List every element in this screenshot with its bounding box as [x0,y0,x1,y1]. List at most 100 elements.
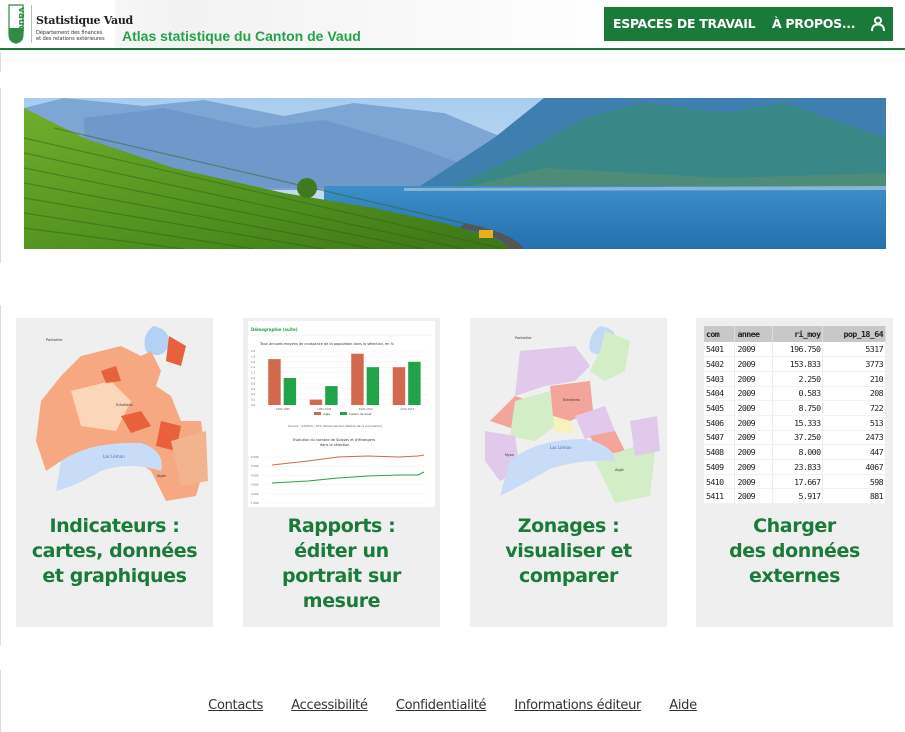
data-table-thumbnail: com annee ri_moy pop_18_64 5401 2009 196.750 5… [701,321,888,507]
table-cell: 4067 [822,459,886,475]
table-row: 5407 2009 37.250 2473 [704,430,886,446]
table-cell: 196.750 [772,342,824,358]
map-label: Echallens [116,403,133,407]
map-label: Pontarlier [515,336,532,340]
card-title-line: Charger [753,515,836,537]
logo[interactable]: vaud Statistique Vaud Département des fi… [0,0,133,48]
y-tick-label: 2.0 [251,349,255,353]
card-title: Rapports : éditer un portrait sur mesure [243,514,440,614]
svg-text:vaud: vaud [16,7,24,32]
line-chart-title: dans la sélection [320,443,349,447]
bar-canton-de-vaud [408,361,421,405]
table-cell: 2.250 [772,371,824,387]
footer-link-contacts[interactable]: Contacts [208,698,263,713]
card-title-line: visualiser et [505,540,632,562]
logo-subtitle: Département des finances et des relation… [36,30,105,42]
table-column-header: ri_moy [772,326,824,342]
table-cell: 5405 [704,400,736,416]
table-row: 5405 2009 8.750 722 [704,400,886,416]
footer-link-help[interactable]: Aide [669,698,697,713]
app-title: Atlas statistique du Canton de Vaud [122,28,361,44]
map-label: Pontarlier [46,338,63,342]
card-indicators[interactable]: Lac Léman Pontarlier Echallens Aigle Ind… [16,318,213,627]
card-title-line: des données [729,540,860,562]
table-cell: 2009 [734,444,774,460]
x-tick-label: 1980-1990 [276,407,290,411]
card-title: Indicateurs : cartes, données et graphiq… [16,514,213,589]
x-tick-label: 1990-2000 [317,407,331,411]
table-cell: 5402 [704,356,736,372]
zoning-map-icon: Lac Léman Pontarlier Echallens Nyon Aigl… [485,326,660,503]
table-cell: 8.750 [772,400,824,416]
table-cell: 447 [822,444,886,460]
x-tick-label: 2010-2015 [400,407,414,411]
card-title-line: et graphiques [42,565,187,587]
card-title: Zonages : visualiser et comparer [470,514,667,589]
table-cell: 513 [822,415,886,431]
table-row: 5408 2009 8.000 447 [704,444,886,460]
choropleth-map-icon: Lac Léman Pontarlier Echallens Aigle [36,326,208,501]
y-tick-label: 1 000 [251,501,259,505]
card-title-line: Zonages : [517,515,620,537]
card-title-line: comparer [519,565,618,587]
table-row: 5404 2009 0.583 208 [704,386,886,402]
table-cell: 2009 [734,356,774,372]
table-cell: 5409 [704,459,736,475]
legend-swatch [340,412,347,415]
x-tick-label: 2000-2010 [359,407,373,411]
table-cell: 2009 [734,371,774,387]
bar-aigle [351,353,364,405]
line-chart-title: Evolution du nombre de Suisses et d'étra… [293,438,375,442]
table-cell: 2009 [734,474,774,490]
card-reports[interactable]: Démographie (suite) Taux annuels moyens … [243,318,440,627]
footer-link-publisher-info[interactable]: Informations éditeur [514,698,641,713]
bar-aigle [268,359,281,405]
card-title-line: Rapports : [287,515,396,537]
table-row: 5402 2009 153.833 3773 [704,356,886,372]
bar-chart-title: Taux annuels moyens de croissance de la … [259,342,395,346]
report-source: Source : STATVD / OFS (Recensement fédér… [288,424,382,428]
bar-canton-de-vaud [325,386,338,405]
y-tick-label: 0.2 [251,398,255,402]
table-row: 5411 2009 5.917 881 [704,488,886,505]
table-row: 5410 2009 17.667 598 [704,474,886,490]
card-zonings[interactable]: Lac Léman Pontarlier Echallens Nyon Aigl… [470,318,667,627]
y-tick-label: 1.0 [251,376,255,380]
y-tick-label: 6 000 [251,455,259,459]
bar-aigle [309,399,323,405]
table-cell: 2009 [734,415,774,431]
card-load-data[interactable]: com annee ri_moy pop_18_64 5401 2009 196.750 5… [696,318,893,627]
bar-canton-de-vaud [283,378,297,405]
map-label: Aigle [615,468,624,472]
table-cell: 2009 [734,459,774,475]
divider [0,305,1,645]
table-cell: 23.833 [772,459,824,475]
nav-about[interactable]: À PROPOS... [772,16,855,31]
user-icon[interactable] [870,16,886,32]
logo-subtitle-line: et des relations extérieures [36,36,105,42]
table-cell: 5.917 [772,488,824,505]
footer-link-privacy[interactable]: Confidentialité [396,698,487,713]
table-cell: 0.583 [772,386,824,402]
table-cell: 2009 [734,488,774,505]
table-cell: 153.833 [772,356,824,372]
table-cell: 8.000 [772,444,824,460]
card-title-line: éditer un [294,540,389,562]
table-cell: 208 [822,386,886,402]
table-cell: 15.333 [772,415,824,431]
line-foreigners [271,471,425,484]
legend-swatch [314,412,321,415]
nav-workspaces[interactable]: ESPACES DE TRAVAIL [613,16,756,31]
divider [0,52,1,72]
table-cell: 5410 [704,474,736,490]
card-title-line: externes [748,565,840,587]
table-cell: 2009 [734,342,774,358]
report-section-title: Démographie (suite) [251,327,298,332]
card-title-line: cartes, données [31,540,198,562]
footer-link-accessibility[interactable]: Accessibilité [291,698,368,713]
table-cell: 598 [822,474,886,490]
card-title-line: portrait sur [282,565,401,587]
header: vaud Statistique Vaud Département des fi… [0,0,905,50]
y-tick-label: 0.0 [251,403,255,407]
vaud-shield-icon: vaud [8,4,24,44]
